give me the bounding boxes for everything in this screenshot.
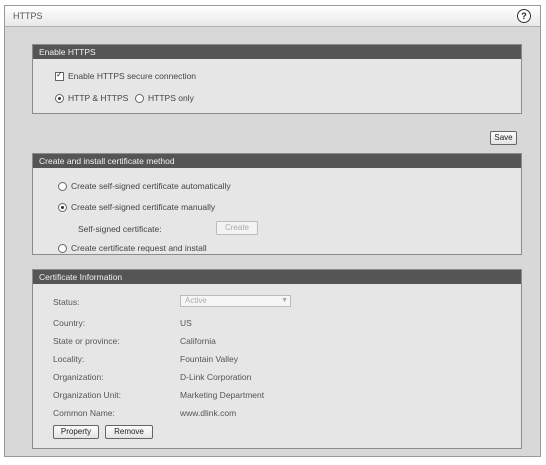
mode-label-https-only: HTTPS only [148,93,194,103]
common-name-value: www.dlink.com [180,408,237,418]
property-button[interactable]: Property [53,425,99,439]
country-value: US [180,318,192,328]
organization-value: D-Link Corporation [180,372,252,382]
mode-radio-https-only[interactable] [135,94,144,104]
method-radio-auto[interactable] [58,182,67,192]
secure-connection-label: Enable HTTPS secure connection [68,71,197,81]
method-option-manual[interactable]: Create self-signed certificate manually [58,202,216,213]
certificate-method-panel: Create and install certificate method Cr… [32,153,522,255]
organization-unit-label: Organization Unit: [53,390,122,400]
mode-option-http-https[interactable]: HTTP & HTTPS [55,93,129,104]
state-label: State or province: [53,336,120,346]
organization-unit-value: Marketing Department [180,390,265,400]
self-signed-label: Self-signed certificate: [78,224,162,234]
https-settings-window: HTTPS ? Enable HTTPS Enable HTTPS secure… [4,5,541,457]
method-label-request: Create certificate request and install [71,243,207,253]
locality-value: Fountain Valley [180,354,238,364]
method-radio-request[interactable] [58,244,67,254]
state-value: California [180,336,216,346]
status-select: Active ▼ [180,295,291,307]
country-label: Country: [53,318,86,328]
common-name-label: Common Name: [53,408,115,418]
organization-label: Organization: [53,372,104,382]
title-bar: HTTPS ? [5,6,540,27]
chevron-down-icon: ▼ [281,297,288,304]
create-certificate-button[interactable]: Create [216,221,258,235]
method-radio-manual[interactable] [58,203,67,213]
status-value: Active [185,296,207,305]
window-title: HTTPS [13,11,43,21]
method-option-auto[interactable]: Create self-signed certificate automatic… [58,181,231,192]
mode-option-https-only[interactable]: HTTPS only [135,93,194,104]
status-label: Status: [53,297,80,307]
enable-https-panel: Enable HTTPS Enable HTTPS secure connect… [32,44,522,114]
certificate-information-header: Certificate Information [33,270,521,284]
mode-label-http-https: HTTP & HTTPS [68,93,129,103]
help-icon[interactable]: ? [517,9,531,23]
method-label-auto: Create self-signed certificate automatic… [71,181,231,191]
mode-radio-http-https[interactable] [55,94,64,104]
secure-connection-option[interactable]: Enable HTTPS secure connection [55,70,197,82]
method-label-manual: Create self-signed certificate manually [71,202,216,212]
remove-button[interactable]: Remove [105,425,153,439]
locality-label: Locality: [53,354,85,364]
secure-connection-checkbox[interactable] [55,70,64,82]
certificate-method-header: Create and install certificate method [33,154,521,168]
method-option-request[interactable]: Create certificate request and install [58,243,207,254]
enable-https-header: Enable HTTPS [33,45,521,59]
certificate-information-panel: Certificate Information Status: Active ▼… [32,269,522,449]
save-button[interactable]: Save [490,131,517,145]
